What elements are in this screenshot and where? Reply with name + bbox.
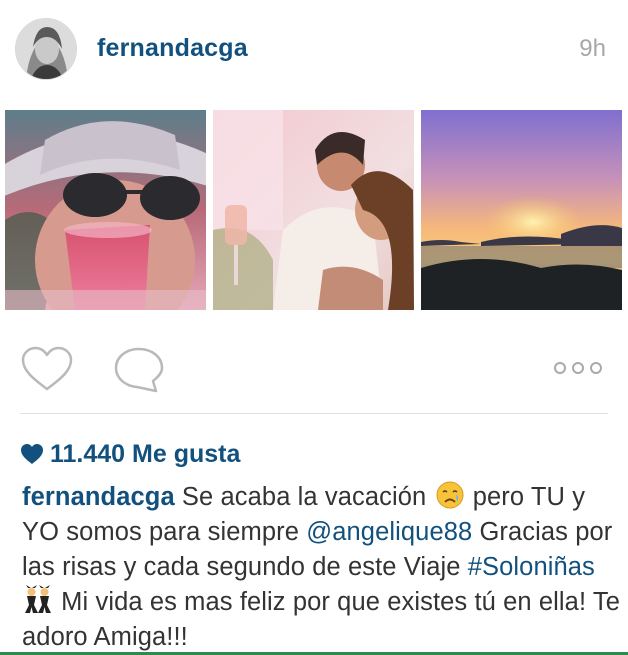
three-dots-icon[interactable]: [552, 358, 604, 378]
avatar[interactable]: [15, 18, 77, 80]
section-divider: [20, 413, 608, 414]
heart-outline-icon[interactable]: [20, 345, 74, 393]
photo-sunset[interactable]: [421, 110, 622, 310]
dancers-icon: [22, 585, 54, 615]
hashtag-link[interactable]: #Soloniñas: [468, 553, 595, 581]
photo-friends[interactable]: [213, 110, 414, 310]
likes-count[interactable]: 11.440 Me gusta: [50, 440, 240, 469]
instagram-post: fernandacga 9h 11.440 Me gusta fernandac…: [0, 0, 628, 655]
speech-bubble-icon[interactable]: [112, 345, 166, 393]
photo-selfie[interactable]: [5, 110, 206, 310]
post-timestamp: 9h: [579, 35, 606, 62]
mention-link[interactable]: @angelique88: [306, 518, 472, 546]
crying-face-icon: [434, 480, 466, 510]
caption-username-link[interactable]: fernandacga: [22, 483, 175, 511]
username-link[interactable]: fernandacga: [97, 34, 248, 63]
post-caption: fernandacga Se acaba la vacación pero TU…: [22, 480, 622, 655]
caption-text-4: Mi vida es mas feliz por que existes tú …: [22, 588, 621, 651]
caption-text-1: Se acaba la vacación: [174, 483, 434, 511]
post-header: fernandacga 9h: [0, 0, 628, 100]
likes-row[interactable]: 11.440 Me gusta: [20, 437, 240, 471]
heart-filled-icon: [21, 444, 43, 464]
